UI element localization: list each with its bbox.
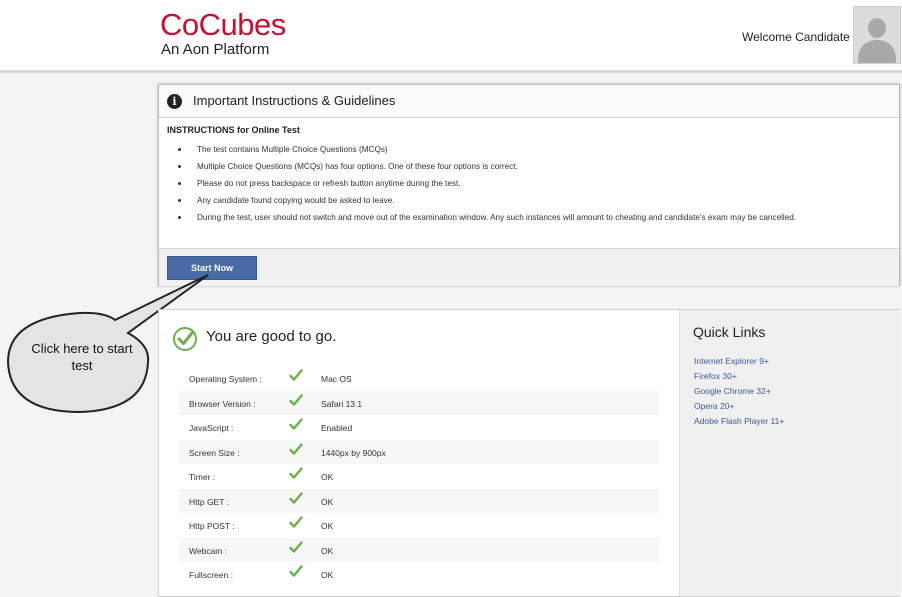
check-label: Screen Size : bbox=[189, 447, 240, 458]
logo-tagline: An Aon Platform bbox=[161, 41, 270, 58]
instruction-item: During the test, user should not switch … bbox=[167, 209, 887, 225]
check-value: OK bbox=[321, 521, 334, 531]
quick-links-list: Internet Explorer 9+ Firefox 30+ Google … bbox=[694, 354, 784, 429]
instructions-footer: Start Now bbox=[159, 248, 899, 286]
instruction-item: The test contains Multiple Choice Questi… bbox=[167, 141, 887, 158]
check-icon bbox=[289, 516, 303, 531]
check-icon bbox=[289, 491, 303, 507]
check-value: OK bbox=[321, 472, 334, 482]
instructions-subtitle: INSTRUCTIONS for Online Test bbox=[167, 125, 300, 135]
bullet-icon bbox=[178, 165, 181, 168]
check-row: Screen Size : 1440px by 900px bbox=[179, 439, 659, 464]
check-icon bbox=[289, 540, 303, 556]
check-label: Timer : bbox=[189, 472, 216, 482]
logo: CoCubes bbox=[160, 7, 286, 42]
checks-table: Operating System : Mac OS Browser Version … bbox=[179, 366, 659, 587]
check-value: OK bbox=[321, 545, 334, 556]
check-icon bbox=[289, 565, 303, 580]
avatar[interactable] bbox=[853, 6, 901, 64]
quick-links-panel: Quick Links Internet Explorer 9+ Firefox… bbox=[679, 310, 900, 596]
check-row: JavaScript : Enabled bbox=[179, 415, 659, 440]
avatar-body-icon bbox=[858, 40, 896, 63]
quick-link-flash[interactable]: Adobe Flash Player 11+ bbox=[694, 414, 784, 429]
check-value: Safari 13.1 bbox=[321, 398, 363, 409]
check-label: Webcam : bbox=[189, 545, 228, 556]
status-ok-icon bbox=[173, 327, 197, 351]
instructions-panel: i Important Instructions & Guidelines IN… bbox=[158, 84, 900, 286]
quick-link-opera[interactable]: Opera 20+ bbox=[694, 399, 784, 414]
check-value: Enabled bbox=[321, 423, 353, 433]
instructions-title: Important Instructions & Guidelines bbox=[193, 93, 396, 108]
check-label: JavaScript : bbox=[189, 423, 234, 433]
quick-links-title: Quick Links bbox=[693, 324, 766, 340]
check-row: Webcam : OK bbox=[179, 537, 659, 562]
check-value: OK bbox=[321, 496, 334, 507]
check-row: Fullscreen : OK bbox=[179, 562, 659, 587]
avatar-head-icon bbox=[868, 18, 886, 38]
check-label: Http POST : bbox=[189, 521, 235, 531]
check-row: Http POST : OK bbox=[179, 513, 659, 538]
check-label: Operating System : bbox=[189, 374, 262, 384]
system-check-panel: You are good to go. Operating System : Ma… bbox=[158, 309, 900, 597]
instruction-item: Any candidate found copying would be ask… bbox=[167, 192, 887, 209]
instruction-item: Multiple Choice Questions (MCQs) has fou… bbox=[167, 158, 887, 175]
check-icon bbox=[289, 393, 303, 409]
status-message: You are good to go. bbox=[206, 328, 337, 345]
bullet-icon bbox=[178, 182, 181, 185]
check-value: Mac OS bbox=[321, 374, 352, 384]
welcome-text: Welcome Candidate bbox=[742, 30, 850, 44]
header: CoCubes An Aon Platform Welcome Candidat… bbox=[0, 0, 902, 73]
check-icon bbox=[289, 467, 303, 482]
check-row: Operating System : Mac OS bbox=[179, 366, 659, 391]
info-icon: i bbox=[167, 94, 182, 109]
check-value: OK bbox=[321, 570, 334, 580]
bullet-icon bbox=[178, 199, 181, 202]
check-row: Http GET : OK bbox=[179, 488, 659, 513]
instructions-header: i Important Instructions & Guidelines bbox=[159, 85, 899, 118]
check-value: 1440px by 900px bbox=[321, 447, 386, 458]
instructions-list: The test contains Multiple Choice Questi… bbox=[167, 141, 887, 225]
bullet-icon bbox=[178, 148, 181, 151]
check-row: Timer : OK bbox=[179, 464, 659, 489]
instruction-item: Please do not press backspace or refresh… bbox=[167, 175, 887, 192]
check-icon bbox=[289, 418, 303, 433]
quick-link-ie[interactable]: Internet Explorer 9+ bbox=[694, 354, 784, 369]
check-label: Fullscreen : bbox=[189, 570, 233, 580]
quick-link-chrome[interactable]: Google Chrome 32+ bbox=[694, 384, 784, 399]
quick-link-firefox[interactable]: Firefox 30+ bbox=[694, 369, 784, 384]
check-row: Browser Version : Safari 13.1 bbox=[179, 390, 659, 415]
callout-text: Click here to start test bbox=[31, 341, 133, 373]
bullet-icon bbox=[178, 216, 181, 219]
check-icon bbox=[289, 442, 303, 458]
check-label: Http GET : bbox=[189, 496, 229, 507]
check-icon bbox=[177, 331, 194, 345]
check-label: Browser Version : bbox=[189, 398, 256, 409]
check-icon bbox=[289, 369, 303, 384]
